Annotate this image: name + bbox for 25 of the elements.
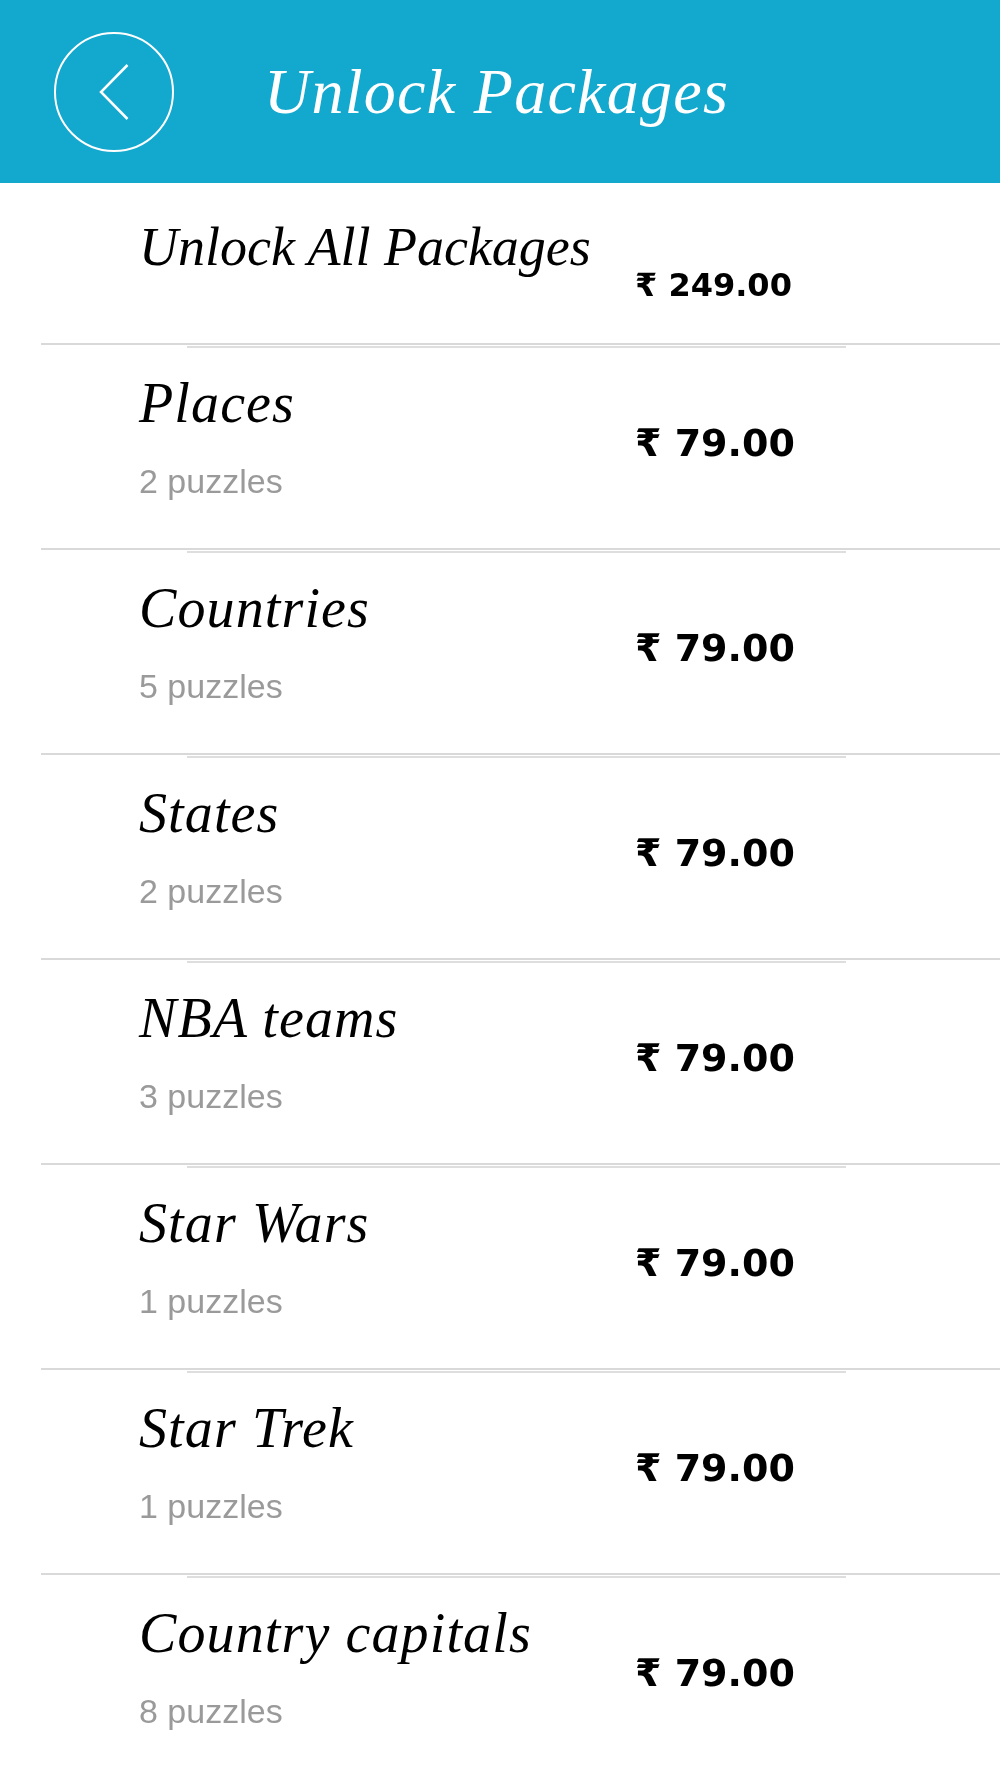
package-price: ₹ 79.00 (635, 1035, 795, 1082)
package-name: Country capitals (139, 1604, 532, 1663)
puzzle-count: 2 puzzles (139, 873, 283, 909)
puzzle-count: 1 puzzles (139, 1488, 283, 1524)
package-name: Places (139, 374, 295, 433)
package-price: ₹ 79.00 (635, 420, 795, 467)
package-name: Unlock All Packages (139, 218, 591, 277)
package-price: ₹ 79.00 (635, 1445, 795, 1492)
package-price: ₹ 79.00 (635, 1240, 795, 1287)
package-name: Star Trek (139, 1399, 354, 1458)
package-name: States (139, 784, 280, 843)
package-name: Star Wars (139, 1194, 370, 1253)
package-price: ₹ 79.00 (635, 1650, 795, 1697)
chevron-left-icon (99, 63, 129, 120)
package-name: NBA teams (139, 989, 399, 1048)
puzzle-count: 1 puzzles (139, 1283, 283, 1319)
puzzle-count: 3 puzzles (139, 1078, 283, 1114)
puzzle-count: 2 puzzles (139, 463, 283, 499)
back-button[interactable] (54, 31, 174, 152)
package-price: ₹ 79.00 (635, 830, 795, 877)
package-name: Countries (139, 579, 370, 638)
puzzle-count: 5 puzzles (139, 668, 283, 704)
package-price: ₹ 79.00 (635, 625, 795, 672)
puzzle-count: 8 puzzles (139, 1693, 283, 1729)
package-price: ₹ 249.00 (635, 265, 792, 305)
